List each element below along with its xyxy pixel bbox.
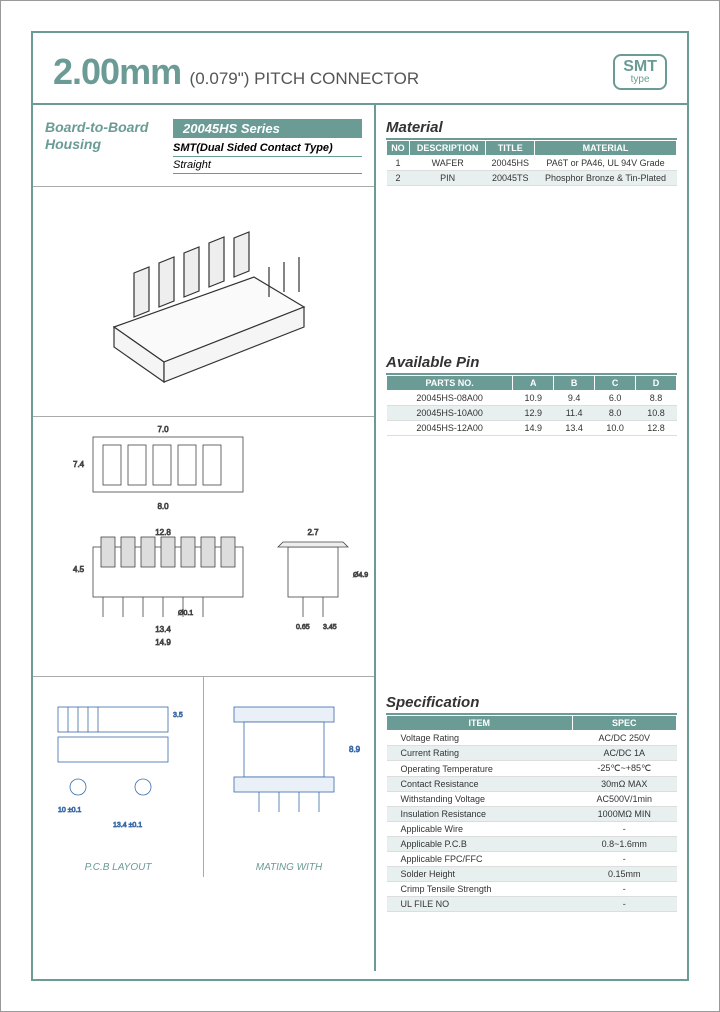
svg-text:13.4: 13.4: [155, 625, 171, 634]
table-row: Applicable Wire-: [387, 822, 677, 837]
svg-text:Ø4.9: Ø4.9: [353, 572, 368, 579]
table-row: Crimp Tensile Strength-: [387, 882, 677, 897]
table-row: Solder Height0.15mm: [387, 867, 677, 882]
svg-text:4.5: 4.5: [73, 565, 85, 574]
svg-text:8.0: 8.0: [157, 502, 169, 511]
board-to-board-label: Board-to-Board Housing: [45, 119, 165, 153]
datasheet-page: 2.00mm (0.079") PITCH CONNECTOR SMT type…: [0, 0, 720, 1012]
svg-text:8.9: 8.9: [349, 745, 361, 754]
mating-label: MATING WITH: [204, 862, 374, 873]
page-frame: 2.00mm (0.079") PITCH CONNECTOR SMT type…: [31, 31, 689, 981]
smt-badge: SMT type: [613, 54, 667, 90]
table-row: Withstanding VoltageAC500V/1min: [387, 792, 677, 807]
series-subtitle-2: Straight: [173, 157, 362, 174]
table-row: Contact Resistance30mΩ MAX: [387, 777, 677, 792]
col-header: DESCRIPTION: [409, 141, 486, 156]
col-header: B: [554, 376, 595, 391]
layout-views: 10 ±0.1 13.4 ±0.1 3.5 P.C.B LAYOUT: [33, 677, 374, 877]
material-table: NODESCRIPTIONTITLEMATERIAL 1WAFER20045HS…: [386, 140, 677, 186]
mating-icon: 8.9: [204, 677, 374, 847]
col-header: TITLE: [486, 141, 535, 156]
table-row: 2PIN20045TSPhosphor Bronze & Tin-Plated: [387, 171, 677, 186]
table-row: Operating Temperature-25℃~+85℃: [387, 761, 677, 777]
col-header: SPEC: [572, 716, 676, 731]
available-pin-table: PARTS NO.ABCD 20045HS-08A0010.99.46.08.8…: [386, 375, 677, 436]
table-row: Insulation Resistance1000MΩ MIN: [387, 807, 677, 822]
isometric-view: [33, 187, 374, 417]
table-row: Voltage RatingAC/DC 250V: [387, 731, 677, 746]
col-header: MATERIAL: [535, 141, 677, 156]
pitch-size: 2.00mm: [53, 51, 181, 92]
table-row: Applicable P.C.B0.8~1.6mm: [387, 837, 677, 852]
col-header: A: [513, 376, 554, 391]
svg-text:10 ±0.1: 10 ±0.1: [58, 807, 81, 814]
table-row: 20045HS-10A0012.911.48.010.8: [387, 406, 677, 421]
content-area: Board-to-Board Housing 20045HS Series SM…: [33, 105, 687, 971]
svg-text:12.8: 12.8: [155, 528, 171, 537]
header: 2.00mm (0.079") PITCH CONNECTOR SMT type: [31, 33, 689, 105]
svg-text:3.5: 3.5: [173, 712, 183, 719]
mating-panel: 8.9 MATING WITH: [203, 677, 374, 877]
svg-text:7.4: 7.4: [73, 460, 85, 469]
table-row: Applicable FPC/FFC-: [387, 852, 677, 867]
page-title: 2.00mm (0.079") PITCH CONNECTOR: [53, 51, 419, 93]
table-row: 20045HS-08A0010.99.46.08.8: [387, 391, 677, 406]
svg-text:14.9: 14.9: [155, 638, 171, 647]
col-header: ITEM: [387, 716, 573, 731]
col-header: D: [636, 376, 677, 391]
available-pin-heading: Available Pin: [386, 348, 677, 375]
pitch-subtitle: (0.079") PITCH CONNECTOR: [190, 69, 420, 88]
col-header: C: [595, 376, 636, 391]
svg-text:Ø0.1: Ø0.1: [178, 610, 193, 617]
table-row: 20045HS-12A0014.913.410.012.8: [387, 421, 677, 436]
svg-text:3.45: 3.45: [323, 624, 337, 631]
svg-text:2.7: 2.7: [307, 528, 319, 537]
col-header: PARTS NO.: [387, 376, 513, 391]
specification-table: ITEMSPEC Voltage RatingAC/DC 250VCurrent…: [386, 715, 677, 912]
orthographic-views: 7.0 7.4 8.0: [33, 417, 374, 677]
table-row: 1WAFER20045HSPA6T or PA46, UL 94V Grade: [387, 156, 677, 171]
material-heading: Material: [386, 113, 677, 140]
left-column: Board-to-Board Housing 20045HS Series SM…: [33, 105, 376, 971]
series-name: 20045HS Series: [173, 119, 362, 138]
series-block: Board-to-Board Housing 20045HS Series SM…: [33, 105, 374, 180]
connector-iso-icon: [74, 207, 334, 397]
drawing-area: 7.0 7.4 8.0: [33, 186, 374, 971]
pcb-layout-icon: 10 ±0.1 13.4 ±0.1 3.5: [33, 677, 203, 847]
table-row: UL FILE NO-: [387, 897, 677, 912]
col-header: NO: [387, 141, 410, 156]
series-subtitle-1: SMT(Dual Sided Contact Type): [173, 140, 362, 157]
ortho-drawing-icon: 7.0 7.4 8.0: [33, 417, 373, 677]
right-column: Material NODESCRIPTIONTITLEMATERIAL 1WAF…: [376, 105, 687, 971]
badge-bottom: type: [623, 75, 657, 85]
svg-text:13.4 ±0.1: 13.4 ±0.1: [113, 822, 142, 829]
badge-top: SMT: [623, 59, 657, 75]
pcb-layout-panel: 10 ±0.1 13.4 ±0.1 3.5 P.C.B LAYOUT: [33, 677, 203, 877]
pcb-layout-label: P.C.B LAYOUT: [33, 862, 203, 873]
specification-heading: Specification: [386, 688, 677, 715]
svg-text:0.65: 0.65: [296, 624, 310, 631]
table-row: Current RatingAC/DC 1A: [387, 746, 677, 761]
svg-text:7.0: 7.0: [157, 425, 169, 434]
